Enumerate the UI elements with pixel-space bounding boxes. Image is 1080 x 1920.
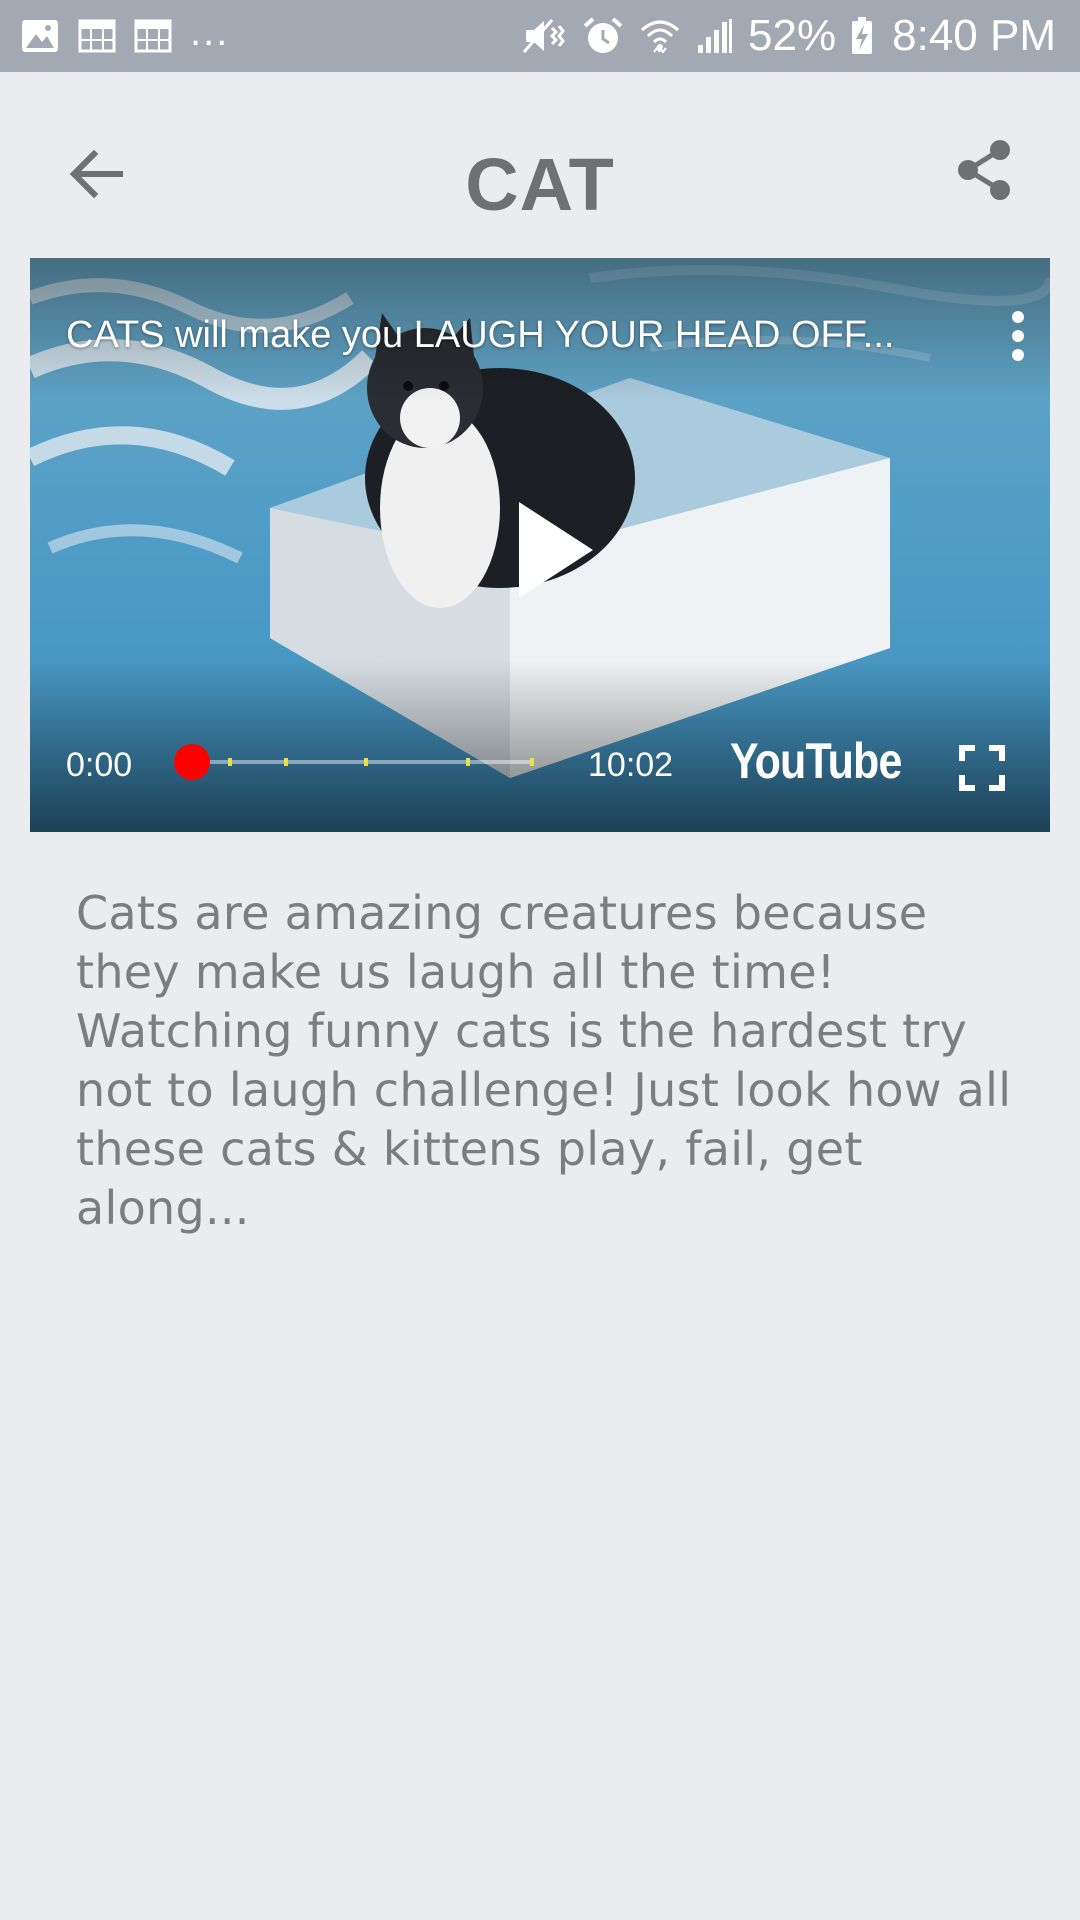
battery-percent: 52% (748, 11, 837, 60)
app-bar: CAT (0, 72, 1080, 258)
image-icon (20, 18, 60, 54)
chapter-marker (228, 758, 232, 766)
play-icon (519, 502, 593, 598)
youtube-logo[interactable]: YouTube (730, 726, 902, 796)
fullscreen-button[interactable] (950, 736, 1014, 800)
video-description: Cats are amazing creatures because they … (76, 886, 1012, 1235)
chapter-marker (466, 758, 470, 766)
video-title[interactable]: CATS will make you LAUGH YOUR HEAD OFF..… (66, 314, 894, 357)
chapter-marker (364, 758, 368, 766)
clock: 8:40 PM (892, 11, 1056, 60)
calendar-grid-icon (134, 18, 172, 54)
page-title: CAT (465, 143, 615, 226)
current-time: 0:00 (66, 746, 133, 784)
status-bar-right: 52% 8:40 PM (516, 11, 1056, 61)
chapter-marker (284, 758, 288, 766)
calendar-grid-icon (78, 18, 116, 54)
progress-bar[interactable] (188, 758, 534, 766)
mute-vibrate-icon (522, 16, 566, 56)
status-bar: ... 52% 8:40 PM (0, 0, 1080, 72)
wifi-icon (640, 16, 680, 56)
battery-charging-icon (850, 16, 874, 56)
share-button[interactable] (944, 130, 1024, 210)
fullscreen-icon (959, 745, 1005, 791)
chapter-marker (530, 758, 534, 766)
cell-signal-icon (696, 17, 734, 55)
duration: 10:02 (588, 746, 674, 784)
share-icon (958, 140, 1010, 200)
alarm-icon (582, 16, 624, 56)
play-button[interactable] (500, 490, 610, 610)
more-vert-icon (1012, 311, 1024, 361)
video-player[interactable]: CATS will make you LAUGH YOUR HEAD OFF..… (30, 258, 1050, 832)
progress-scrubber[interactable] (174, 744, 210, 780)
status-bar-left: ... (20, 10, 229, 55)
more-options-button[interactable] (996, 306, 1040, 366)
notification-overflow: ... (190, 9, 230, 54)
